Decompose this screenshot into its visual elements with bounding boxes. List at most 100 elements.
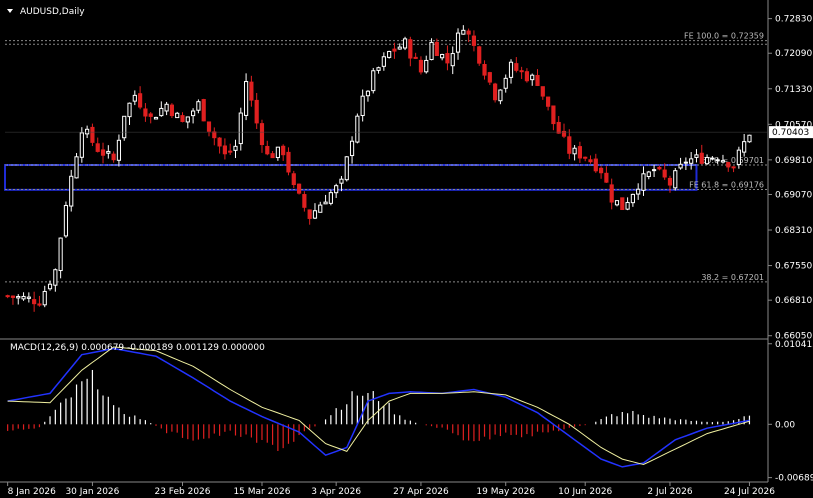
candle-body (122, 115, 127, 139)
candle-body (704, 157, 710, 165)
candle-body (493, 83, 498, 101)
time-tick-label: 8 Jan 2026 (8, 487, 56, 497)
candle-body (138, 93, 143, 108)
candle-body (482, 64, 487, 76)
candle-body (371, 70, 376, 92)
candle-body (339, 178, 344, 184)
macd-tick-label: -0.006892 (775, 474, 813, 484)
candle-body (191, 110, 196, 117)
candle-body (148, 113, 153, 117)
price-tick-label: 0.72830 (775, 15, 812, 25)
candle-body (217, 137, 222, 147)
candle-body (508, 61, 514, 78)
candle-body (175, 112, 180, 119)
candle-body (461, 29, 466, 35)
candle-body (572, 147, 577, 155)
candle-body (307, 209, 312, 219)
candle-body (254, 99, 259, 124)
candle-body (259, 123, 265, 146)
candle-body (418, 59, 424, 73)
candle-body (63, 204, 69, 237)
candle-body (185, 116, 190, 123)
candle-body (296, 183, 302, 194)
price-tick-label: 0.66810 (775, 296, 812, 306)
candle-body (413, 56, 418, 59)
candle-body (201, 99, 206, 122)
price-tick-label: 0.71330 (775, 85, 812, 95)
candle-body (228, 150, 233, 153)
candle-body (381, 56, 386, 67)
level-label: 38.2 = 0.67201 (701, 273, 764, 282)
candle-body (551, 105, 556, 125)
candle-body (667, 177, 673, 186)
time-tick-label: 2 Jul 2026 (647, 487, 692, 497)
candle-body (524, 71, 530, 82)
candle-body (318, 204, 323, 213)
candle-body (662, 169, 667, 178)
candle-body (16, 295, 21, 299)
candle-body (747, 134, 752, 143)
candle-body (10, 295, 16, 298)
candle-body (397, 46, 402, 50)
candle-body (678, 163, 683, 169)
candle-body (132, 94, 137, 102)
candle-body (429, 41, 434, 61)
candle-body (609, 184, 614, 203)
candle-body (567, 136, 572, 154)
candle-body (625, 202, 630, 210)
candle-body (74, 156, 79, 179)
candle-body (710, 157, 715, 160)
candle-body (159, 107, 164, 117)
candle-body (69, 175, 74, 207)
candle-body (21, 295, 26, 300)
candle-body (736, 149, 741, 165)
candle-body (100, 149, 106, 156)
candle-body (726, 162, 731, 168)
candle-body (376, 67, 381, 71)
level-label: FE 61.8 = 0.69176 (689, 181, 764, 190)
candle-body (530, 74, 535, 81)
candle-body (387, 50, 392, 58)
candle-body (683, 161, 688, 164)
candle-body (85, 128, 90, 135)
time-tick-label: 27 Apr 2026 (393, 487, 449, 497)
candle-body (291, 173, 296, 186)
candle-body (349, 140, 355, 157)
candle-body (270, 153, 275, 159)
candle-body (222, 145, 227, 155)
candle-body (694, 154, 699, 158)
candle-body (715, 159, 720, 162)
candle-body (720, 160, 726, 163)
candle-body (79, 132, 84, 158)
time-tick-label: 30 Jan 2026 (65, 487, 119, 497)
candle-body (445, 53, 450, 64)
candle-body (32, 299, 37, 305)
candle-body (196, 101, 201, 111)
macd-title: MACD(12,26,9) 0.000679 -0.000189 0.00112… (10, 343, 265, 353)
candle-body (646, 171, 651, 178)
time-tick-label: 15 Mar 2026 (233, 487, 290, 497)
candle-body (689, 158, 694, 164)
candle-body (519, 70, 524, 73)
macd-tick-label: 0.00 (775, 420, 795, 430)
candle-body (577, 146, 582, 159)
main-chart-title: AUDUSD,Daily (20, 7, 85, 17)
candle-body (328, 192, 333, 204)
candle-body (546, 96, 551, 107)
candle-body (583, 156, 588, 159)
candle-body (344, 156, 349, 181)
candle-body (503, 77, 508, 89)
candle-body (651, 169, 657, 172)
candle-body (556, 121, 561, 134)
candle-body (593, 158, 598, 172)
candle-body (53, 269, 58, 286)
time-tick-label: 24 Jul 2026 (724, 487, 775, 497)
candle-body (466, 30, 471, 35)
candle-body (535, 74, 540, 86)
candle-body (498, 89, 503, 102)
candle-body (286, 151, 291, 173)
candle-body (169, 104, 174, 117)
candle-body (95, 143, 100, 152)
candle-body (614, 200, 620, 206)
candle-body (26, 296, 31, 299)
